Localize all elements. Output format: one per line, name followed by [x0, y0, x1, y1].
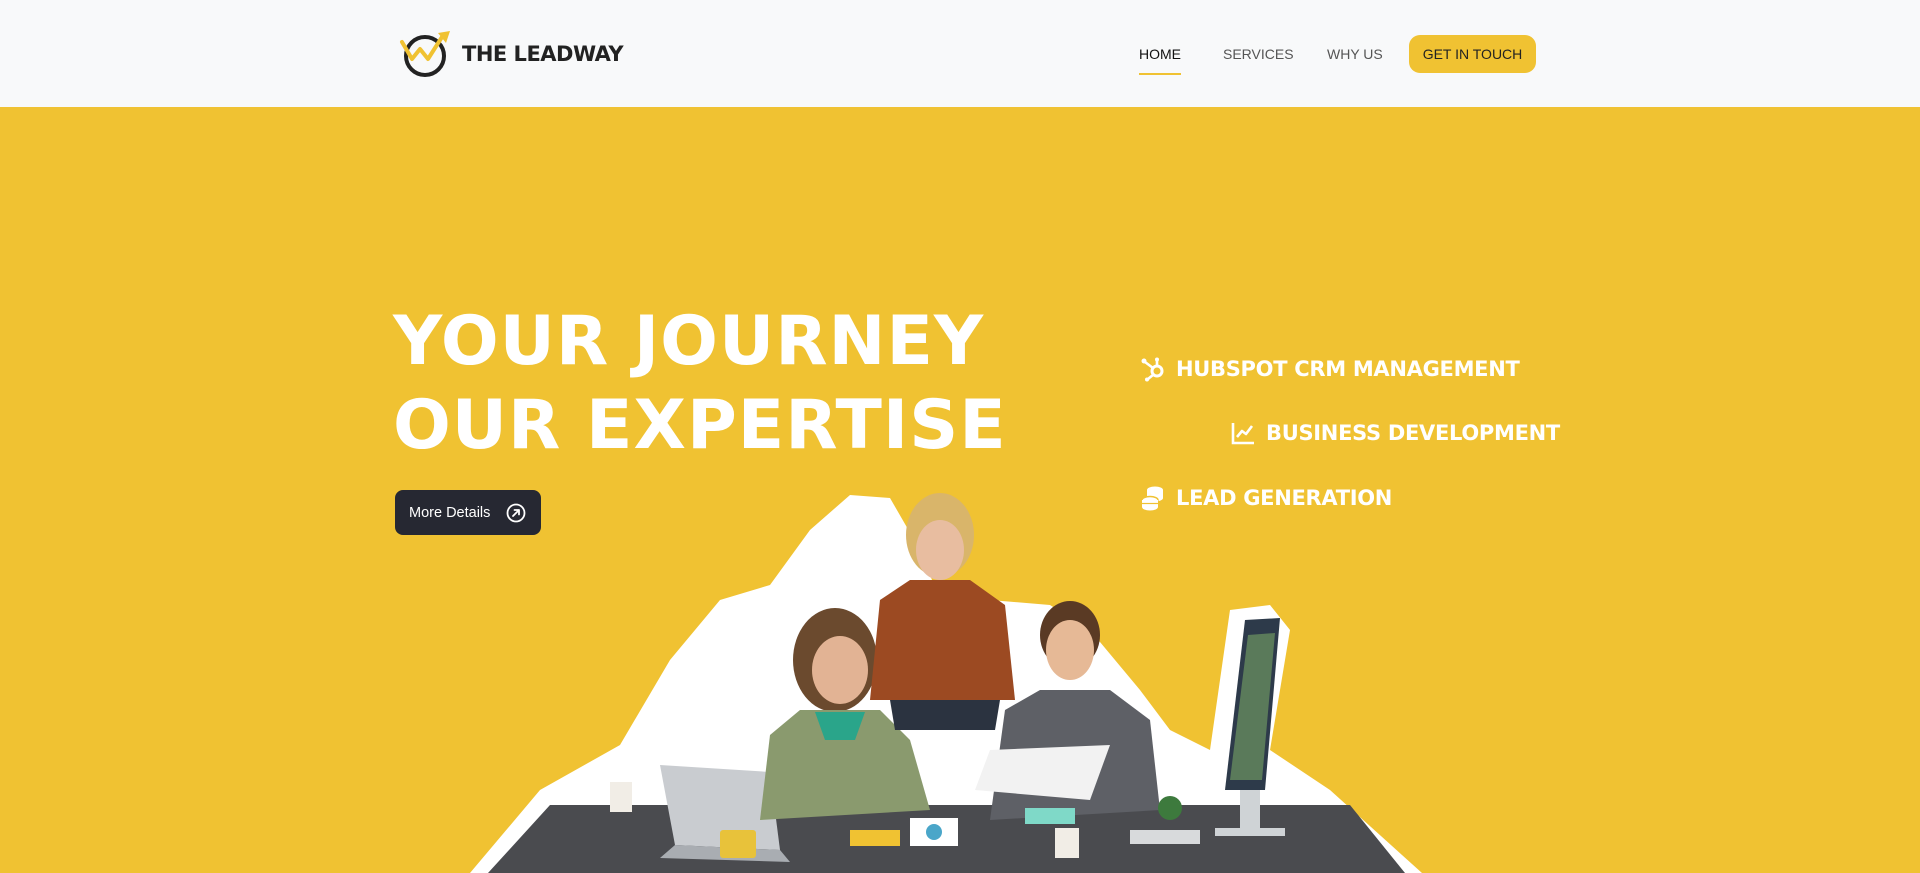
nav-home[interactable]: HOME [1139, 35, 1181, 75]
line-chart-icon [1231, 423, 1254, 445]
service-business-development-label: BUSINESS DEVELOPMENT [1266, 421, 1560, 445]
service-hubspot-label: HUBSPOT CRM MANAGEMENT [1176, 357, 1520, 381]
service-hubspot: HUBSPOT CRM MANAGEMENT [1140, 356, 1520, 382]
hero-headline-line-1: YOUR JOURNEY [393, 302, 985, 381]
site-header: THE LEADWAY HOME SERVICES WHY US GET IN … [0, 0, 1920, 107]
nav-services[interactable]: SERVICES [1223, 35, 1294, 73]
get-in-touch-button[interactable]: GET IN TOUCH [1409, 35, 1536, 73]
brand-name: THE LEADWAY [462, 42, 624, 66]
team-meeting-illustration [470, 493, 1422, 873]
hero-headline: YOUR JOURNEY OUR EXPERTISE [393, 300, 1007, 468]
logo-icon [400, 31, 450, 77]
service-business-development: BUSINESS DEVELOPMENT [1230, 420, 1560, 446]
brand-logo[interactable]: THE LEADWAY [398, 30, 624, 78]
hero-headline-line-2: OUR EXPERTISE [393, 386, 1007, 465]
nav-why-us[interactable]: WHY US [1327, 35, 1383, 73]
hubspot-icon [1141, 357, 1164, 382]
